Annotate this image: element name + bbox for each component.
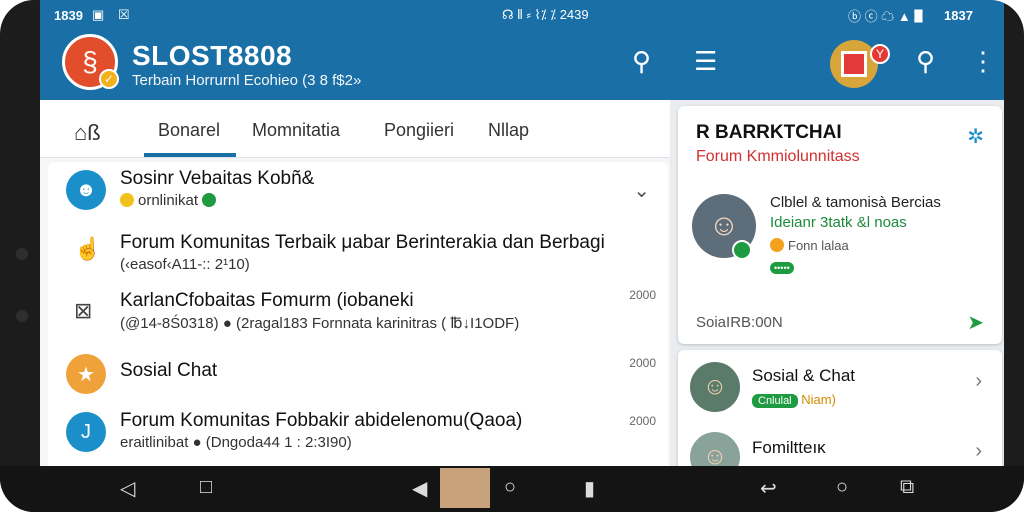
card-title: R BARRKTCHAI [696, 122, 842, 143]
window-icon[interactable]: ⧉ [900, 476, 914, 499]
user-avatar[interactable] [830, 40, 878, 88]
profile-card: R BARRKTCHAI Forum Kmmiolunnitass ✲ ☺ Cl… [678, 106, 1002, 344]
list-item[interactable]: ★ Sosial Chat 2000 [48, 346, 668, 406]
tab-momnitatia[interactable]: Momnitatia [252, 120, 340, 141]
card-footer: SoiaIRB:00N [696, 314, 783, 331]
list-item-title: Sosinr Vebaitas Kobñ& [120, 168, 315, 189]
list-item[interactable]: ☻ Sosinr Vebaitas Kobñ& ornlinikat ⌄ [48, 162, 668, 224]
camera-dot [16, 248, 28, 260]
list-item-title: Fomilttеıκ [752, 438, 826, 457]
app-bar: § ✓ SLOST8808 Terbain Horrurnl Ecohieo (… [40, 30, 1004, 100]
chevron-right-icon[interactable]: › [975, 440, 982, 463]
list-item[interactable]: ☝ Forum Komunitas Terbaik μabar Berinter… [48, 224, 668, 284]
status-center: ☊ ⦀ ⸗ ⌇⁒ ⁒ 2439 [502, 7, 589, 22]
list-item-meta: (@14-8Ś0318) ● (2ragal183 Fornnata karin… [120, 315, 520, 332]
person-icon: ☻ [66, 170, 106, 210]
sensor-dot [16, 310, 28, 322]
chat-list-card: ☺ Sosial & Chat Cnlulal Niam) › ☺ Fomilt… [678, 350, 1002, 482]
list-item-date: 2000 [629, 414, 656, 428]
thumbnail-image[interactable] [440, 468, 490, 508]
share-icon[interactable]: ✲ [967, 124, 984, 149]
card-pill: ••••• [770, 258, 794, 276]
close-box-icon: ☒ [118, 7, 130, 22]
search-icon[interactable]: ⚲ [632, 46, 651, 77]
screen: 1839 ▣ ☒ ☊ ⦀ ⸗ ⌇⁒ ⁒ 2439 ⓑ ⓒ ☁ ▲ ▋ 1837 … [40, 0, 1004, 512]
list-item-title: Forum Komunitas Terbaik μabar Berinterak… [120, 232, 605, 253]
tab-pongiieri[interactable]: Pongiieri [384, 120, 454, 141]
snake-icon: § [82, 46, 98, 77]
list-item-date: 2000 [629, 356, 656, 370]
active-tab-indicator [144, 153, 236, 157]
chevron-right-icon[interactable]: › [975, 370, 982, 393]
home-icon[interactable]: ○ [836, 476, 848, 499]
thumbs-up-icon: ☝ [74, 236, 102, 261]
status-bar: 1839 ▣ ☒ ☊ ⦀ ⸗ ⌇⁒ ⁒ 2439 ⓑ ⓒ ☁ ▲ ▋ 1837 [40, 0, 1004, 30]
back-icon[interactable]: ◁ [120, 476, 135, 501]
app-subtitle: Terbain Horrurnl Ecohieo (3 8 f$2» [132, 72, 362, 89]
list-item[interactable]: ☺ Sosial & Chat Cnlulal Niam) › [678, 350, 1002, 420]
feed-panel: ⌂ß Bonarel Momnitatia Pongiieri Nllap ☻ … [40, 100, 670, 472]
side-panel: R BARRKTCHAI Forum Kmmiolunnitass ✲ ☺ Cl… [672, 100, 1004, 482]
tab-bonarel[interactable]: Bonarel [158, 120, 220, 141]
list-item-meta: eraitlinibat ● (Dngoda44 1 : 2:3I90) [120, 434, 352, 451]
menu-icon[interactable]: ☰ [694, 46, 717, 77]
bookmark-icon[interactable]: ▮ [584, 476, 595, 501]
search-icon-right[interactable]: ⚲ [916, 46, 935, 77]
list-item-meta: ornlinikat [120, 192, 220, 209]
avatar: ☺ [690, 362, 740, 412]
send-icon[interactable]: ➤ [967, 310, 984, 335]
notification-badge: Y [870, 44, 890, 64]
list-item-meta: Cnlulal Niam) [752, 392, 836, 408]
status-time-left: 1839 [54, 7, 83, 23]
recents-icon[interactable]: □ [200, 476, 212, 499]
tab-bar: ⌂ß Bonarel Momnitatia Pongiieri Nllap [40, 100, 670, 158]
more-vert-icon[interactable]: ⋮ [970, 46, 996, 77]
card-line-1: Clblel & tamonisà Bercias [770, 194, 941, 211]
card-subtitle: Forum Kmmiolunnitass [696, 148, 860, 165]
thread-list: ☻ Sosinr Vebaitas Kobñ& ornlinikat ⌄ ☝ F… [48, 162, 668, 472]
list-item[interactable]: J Forum Komunitas Fobbakir abidelenomu(Q… [48, 406, 668, 468]
list-item[interactable]: ☺ Fomilttеıκ › [678, 422, 1002, 482]
phone-frame: 1839 ▣ ☒ ☊ ⦀ ⸗ ⌇⁒ ⁒ 2439 ⓑ ⓒ ☁ ▲ ▋ 1837 … [0, 0, 1024, 512]
app-logo[interactable]: § ✓ [62, 34, 119, 90]
card-line-2: Ideianr 3tatk &l ­noas [770, 214, 907, 231]
online-badge-icon [732, 240, 752, 260]
tab-nllap[interactable]: Nllap [488, 120, 529, 141]
list-item-meta: (‹easof‹A11-:: 2¹10) [120, 256, 250, 273]
home-icon[interactable]: ⌂ß [74, 120, 101, 146]
chat-icon: J [66, 412, 106, 452]
verified-badge-icon: ✓ [99, 69, 119, 89]
camera-icon: ▣ [92, 7, 105, 22]
signal-icon: ⓑ ⓒ ☁ ▲ ▋ [848, 8, 928, 24]
undo-icon[interactable]: ↩ [760, 476, 777, 501]
chart-icon: ⊠ [74, 298, 93, 323]
list-item-title: Sosial Chat [120, 360, 218, 381]
card-line-3: Fonn lalaa [770, 238, 849, 253]
home-circle-icon[interactable]: ○ [504, 476, 516, 499]
list-item-title: KarlanCfobaitas Fomurm (iobaneki [120, 290, 414, 311]
list-item-title: Sosial & Chat [752, 366, 855, 385]
chevron-down-icon[interactable]: ⌄ [633, 178, 650, 203]
list-item-date: 2000 [629, 288, 656, 302]
system-nav-bar: ◁ □ ◀ ○ ▮ ↩ ○ ⧉ [0, 466, 1024, 512]
list-item-title: Forum Komunitas Fobbakir abidelenomu(Qao… [120, 410, 523, 431]
status-time-right: 1837 [944, 7, 973, 23]
back-filled-icon[interactable]: ◀ [412, 476, 427, 501]
app-title: SLOST8808 [132, 40, 293, 71]
star-icon: ★ [66, 354, 106, 394]
list-item[interactable]: ⊠ KarlanCfobaitas Fomurm (iobaneki (@14-… [48, 284, 668, 346]
